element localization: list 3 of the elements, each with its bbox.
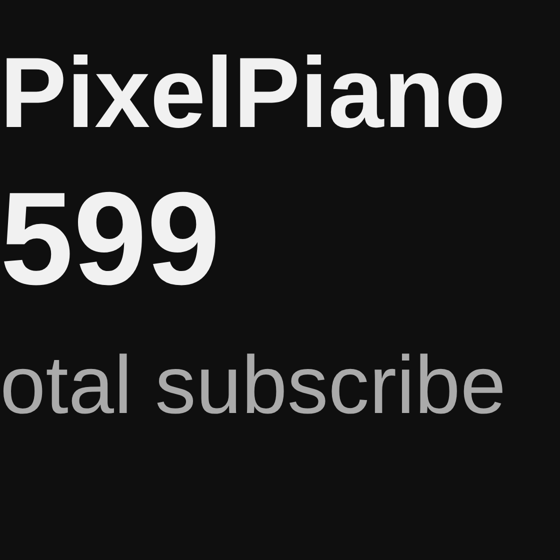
subscriber-count: 599 [0, 166, 222, 312]
subscriber-label: otal subscribe [0, 341, 507, 432]
channel-name: PixelPiano [0, 38, 507, 148]
